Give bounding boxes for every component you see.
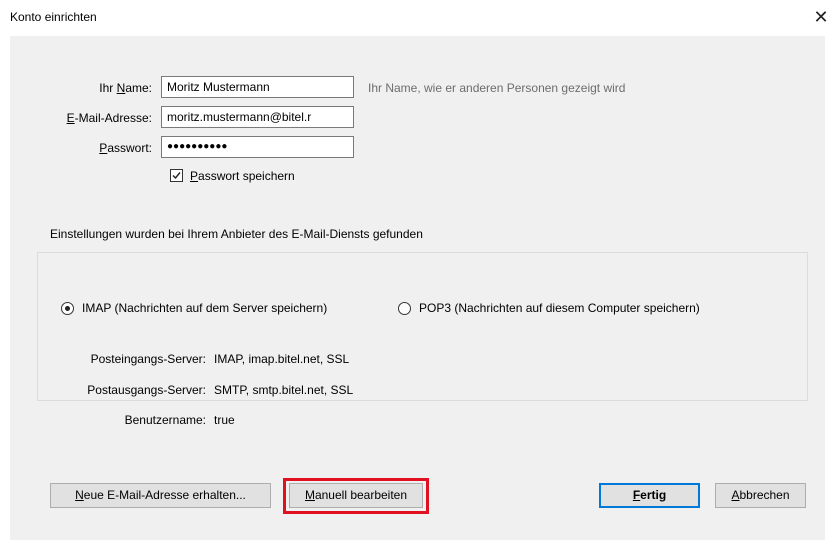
close-icon[interactable]: ✕: [809, 4, 833, 30]
incoming-server-value: IMAP, imap.bitel.net, SSL: [214, 352, 350, 366]
imap-label[interactable]: IMAP (Nachrichten auf dem Server speiche…: [82, 301, 327, 315]
username-key: Benutzername:: [124, 413, 206, 427]
incoming-server-key: Posteingangs-Server:: [90, 352, 206, 366]
outgoing-server-key: Postausgangs-Server:: [87, 383, 206, 397]
outgoing-server-value: SMTP, smtp.bitel.net, SSL: [214, 383, 354, 397]
checkmark-icon: [172, 172, 181, 180]
password-label: Passwort:: [99, 141, 152, 155]
imap-radio[interactable]: [61, 302, 74, 315]
radio-selected-dot: [65, 306, 70, 311]
email-field[interactable]: moritz.mustermann@bitel.r: [161, 106, 354, 128]
server-settings-group: [37, 252, 808, 401]
save-password-label[interactable]: Passwort speichern: [190, 169, 295, 183]
username-value: true: [214, 413, 235, 427]
name-field[interactable]: Moritz Mustermann: [161, 76, 354, 98]
pop3-radio[interactable]: [398, 302, 411, 315]
name-label: Ihr Name:: [99, 81, 152, 95]
email-label: E-Mail-Adresse:: [66, 111, 152, 125]
manual-edit-button[interactable]: Manuell bearbeiten: [289, 483, 423, 508]
name-hint: Ihr Name, wie er anderen Personen gezeig…: [368, 81, 626, 95]
get-new-address-button[interactable]: Neue E-Mail-Adresse erhalten...: [50, 483, 271, 508]
settings-found-message: Einstellungen wurden bei Ihrem Anbieter …: [50, 227, 423, 241]
save-password-checkbox[interactable]: [170, 169, 183, 182]
window-title: Konto einrichten: [10, 10, 97, 24]
password-field[interactable]: ●●●●●●●●●●: [161, 136, 354, 158]
pop3-label[interactable]: POP3 (Nachrichten auf diesem Computer sp…: [419, 301, 700, 315]
cancel-button[interactable]: Abbrechen: [715, 483, 806, 508]
title-bar: Konto einrichten ✕: [0, 0, 833, 36]
done-button[interactable]: Fertig: [599, 483, 700, 508]
